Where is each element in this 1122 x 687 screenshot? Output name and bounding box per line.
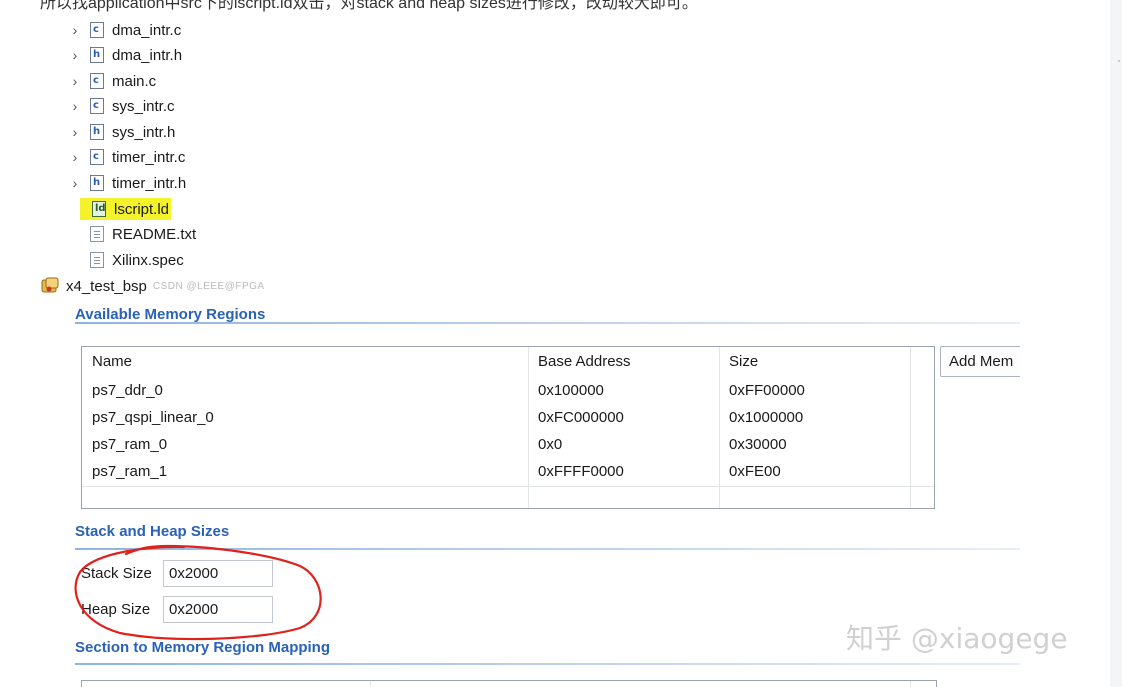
page-edge-mark bbox=[1118, 60, 1120, 62]
article-card: 所以找application中src下的lscript.ld双击，对stack … bbox=[0, 0, 1110, 687]
red-circle-annotation bbox=[74, 544, 322, 641]
annotation-overlay bbox=[74, 544, 322, 641]
zhihu-watermark: 知乎 @xiaogege bbox=[846, 622, 1068, 655]
